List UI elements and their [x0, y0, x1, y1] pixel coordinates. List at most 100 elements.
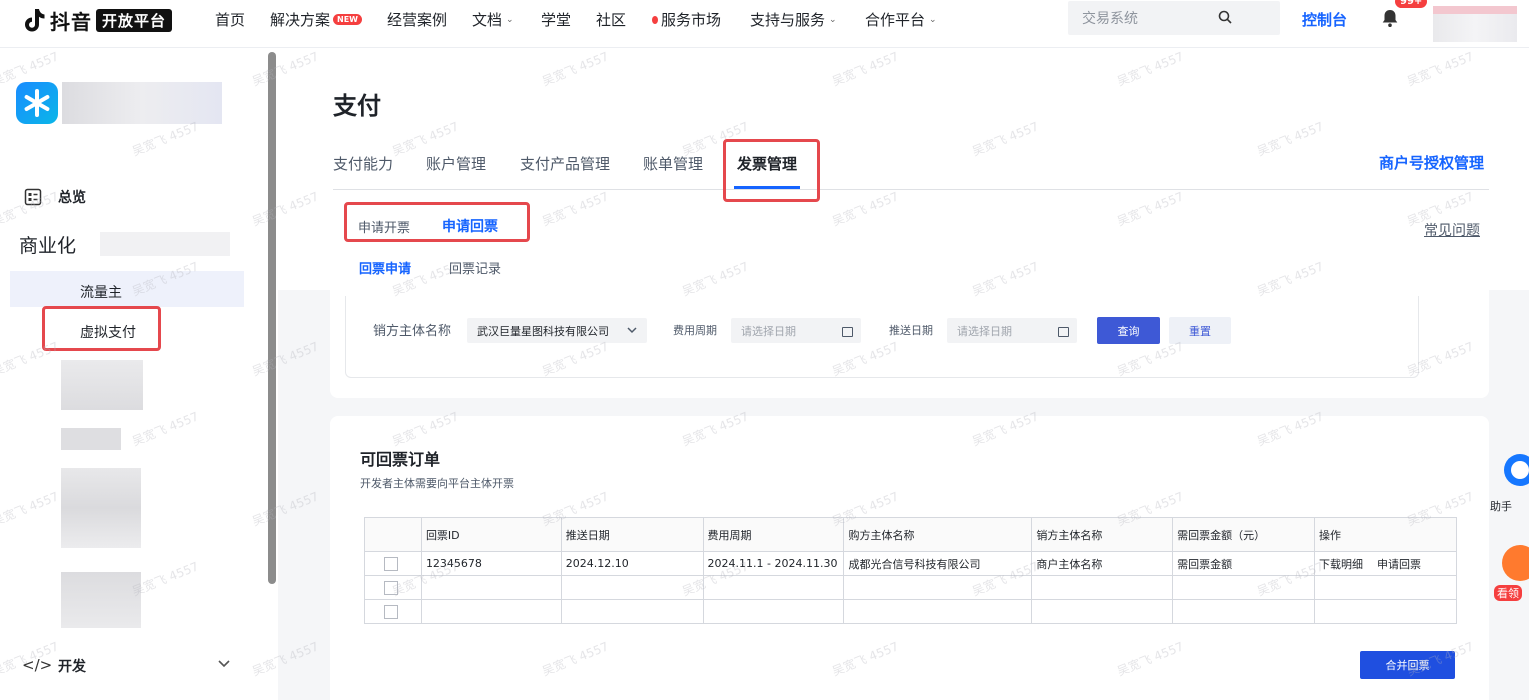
cell-period: 2024.11.1 - 2024.11.30	[702, 551, 845, 576]
nav-solutions[interactable]: 解决方案 NEW	[270, 9, 362, 30]
blurred-menu	[61, 428, 121, 450]
cell-return-id: 12345678	[420, 551, 562, 576]
app-name-blurred	[62, 82, 222, 124]
nav-market[interactable]: 服务市场	[652, 9, 721, 30]
nav-community[interactable]: 社区	[596, 9, 626, 30]
row-checkbox[interactable]	[384, 604, 398, 619]
tabs-divider	[333, 189, 1489, 190]
merchant-authorization-link[interactable]: 商户号授权管理	[1379, 152, 1484, 173]
empty-cell	[1314, 599, 1457, 624]
empty-cell	[420, 575, 562, 600]
nav-cases[interactable]: 经营案例	[387, 9, 447, 30]
nav-docs[interactable]: 文档 ⌄	[472, 9, 514, 30]
notification-badge: 99+	[1394, 0, 1429, 9]
push-placeholder: 请选择日期	[957, 324, 1012, 338]
row-select-cell	[364, 575, 422, 600]
blurred-text	[100, 232, 230, 256]
nav-market-label: 服务市场	[661, 11, 722, 29]
nav-solutions-label: 解决方案	[270, 11, 331, 29]
bell-icon[interactable]	[1380, 8, 1400, 28]
row-select-cell	[364, 599, 422, 624]
empty-cell	[1314, 575, 1457, 600]
seller-select-value: 武汉巨量星图科技有限公司	[477, 324, 609, 338]
tab-payment-product[interactable]: 支付产品管理	[520, 153, 610, 174]
nav-cases-label: 经营案例	[387, 11, 448, 29]
nav-academy-label: 学堂	[541, 11, 572, 29]
chevron-down-icon	[627, 327, 637, 334]
header-cell: 费用周期	[702, 517, 845, 552]
nav-support[interactable]: 支持与服务 ⌄	[750, 9, 837, 30]
orders-table: 回票ID 推送日期 费用周期 购方主体名称 销方主体名称 需回票金额（元） 操作…	[364, 517, 1457, 624]
cell-push-date: 2024.12.10	[560, 551, 704, 576]
chevron-down-icon: ⌄	[829, 14, 837, 25]
search-input[interactable]: 交易系统	[1068, 1, 1280, 35]
app-logo-icon	[24, 89, 50, 117]
sidebar-scrollbar-thumb[interactable]	[268, 52, 276, 584]
query-button[interactable]: 查询	[1097, 317, 1160, 344]
table-row: 12345678 2024.12.10 2024.11.1 - 2024.11.…	[364, 551, 1457, 576]
header-cell: 购方主体名称	[843, 517, 1033, 552]
cell-buyer: 成都光合信号科技有限公司	[843, 551, 1033, 576]
header-cell: 推送日期	[560, 517, 704, 552]
console-link[interactable]: 控制台	[1302, 9, 1347, 30]
assistant-label: 助手	[1490, 500, 1512, 513]
faq-link[interactable]: 常见问题	[1424, 220, 1480, 240]
blurred-menu	[61, 572, 141, 628]
empty-cell	[560, 599, 704, 624]
chevron-down-icon: ⌄	[506, 14, 514, 25]
gift-icon	[1502, 545, 1529, 581]
claim-label: 看领	[1494, 585, 1522, 601]
search-placeholder: 交易系统	[1082, 11, 1138, 27]
search-icon[interactable]	[1218, 10, 1232, 24]
empty-cell	[702, 599, 845, 624]
flame-icon	[652, 15, 658, 24]
chevron-down-icon[interactable]	[218, 660, 230, 668]
empty-cell	[1031, 599, 1174, 624]
top-navbar: 抖音 开放平台 首页 解决方案 NEW 经营案例 文档 ⌄ 学堂 社区 服务市场 支…	[0, 0, 1529, 48]
brand-name: 抖音	[50, 9, 92, 34]
seller-select[interactable]: 武汉巨量星图科技有限公司	[467, 318, 647, 343]
nav-partner[interactable]: 合作平台 ⌄	[865, 9, 937, 30]
table-row	[364, 599, 1457, 624]
assistant-widget[interactable]: 助手	[1490, 444, 1529, 513]
nav-support-label: 支持与服务	[750, 11, 826, 29]
merge-return-button[interactable]: 合并回票	[1360, 651, 1455, 679]
user-avatar[interactable]	[1433, 6, 1517, 42]
download-detail-link[interactable]: 下载明细	[1319, 558, 1363, 571]
empty-cell	[1031, 575, 1174, 600]
nav-partner-label: 合作平台	[865, 11, 926, 29]
period-placeholder: 请选择日期	[741, 324, 796, 338]
sidebar-group-monetization[interactable]: 商业化	[19, 231, 76, 258]
nav-academy[interactable]: 学堂	[541, 9, 571, 30]
apply-return-link[interactable]: 申请回票	[1377, 558, 1421, 571]
subsubtab-return-records[interactable]: 回票记录	[449, 258, 501, 277]
claim-widget[interactable]: 看领	[1490, 533, 1529, 601]
highlight-box-invoice-tab	[723, 139, 820, 202]
push-date-input[interactable]: 请选择日期	[947, 318, 1077, 343]
empty-cell	[1172, 599, 1316, 624]
brand-logo[interactable]: 抖音 开放平台	[22, 6, 173, 34]
sidebar-item-develop[interactable]: 开发	[58, 656, 86, 676]
reset-button[interactable]: 重置	[1169, 317, 1231, 344]
tab-account-management[interactable]: 账户管理	[426, 153, 486, 174]
brand-badge: 开放平台	[96, 8, 173, 32]
sidebar-item-traffic-owner[interactable]: 流量主	[80, 282, 122, 302]
orders-card-subtitle: 开发者主体需要向平台主体开票	[360, 477, 514, 490]
empty-cell	[702, 575, 845, 600]
row-checkbox[interactable]	[384, 556, 398, 571]
sidebar-active-highlight	[10, 271, 244, 307]
page-title: 支付	[333, 92, 381, 120]
subsubtab-return-apply[interactable]: 回票申请	[359, 258, 411, 277]
header-cell: 需回票金额（元）	[1172, 517, 1316, 552]
nav-home[interactable]: 首页	[215, 9, 245, 30]
period-date-input[interactable]: 请选择日期	[731, 318, 861, 343]
blurred-menu	[61, 468, 141, 548]
tab-bill-management[interactable]: 账单管理	[643, 153, 703, 174]
highlight-box-return-invoice	[344, 202, 530, 242]
blurred-menu	[61, 360, 143, 410]
tab-payment-capability[interactable]: 支付能力	[333, 153, 393, 174]
empty-cell	[420, 599, 562, 624]
push-date-label: 推送日期	[889, 324, 933, 337]
row-checkbox[interactable]	[384, 580, 398, 595]
sidebar-item-overview[interactable]: 总览	[58, 187, 86, 207]
